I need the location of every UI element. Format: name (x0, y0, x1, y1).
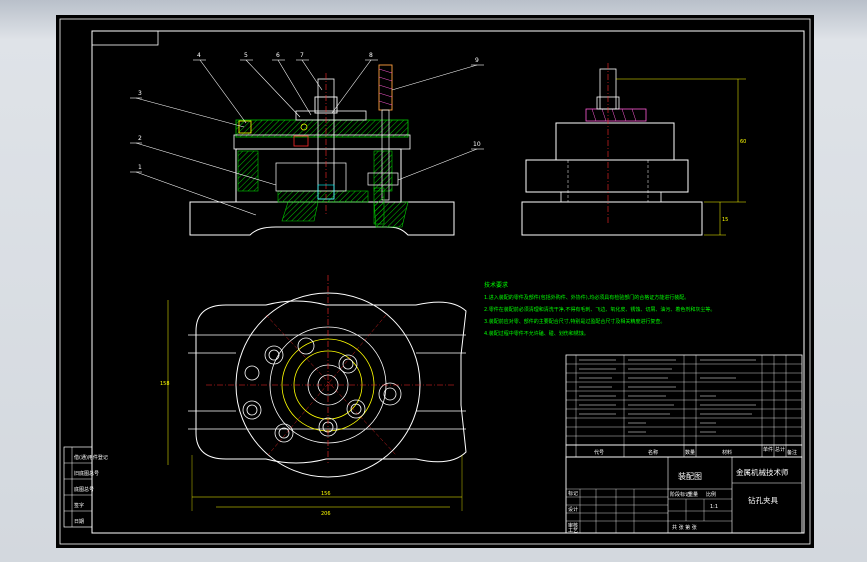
approval-row-1: 设计 (568, 506, 578, 513)
product-name: 钻孔夹具 (748, 495, 778, 505)
sheet-label: 共 张 第 张 (672, 524, 697, 531)
plan-view: 156 206 158 (160, 275, 467, 517)
support-ring (277, 190, 369, 203)
outer-border (59, 18, 811, 545)
technical-requirements: 技术要求 1.进入装配的零件及部件(包括外购件、外协件),均必须具有检验部门的合… (484, 281, 715, 337)
cad-viewport: 借(通)用件登记 旧底图总号 底图总号 签字 日期 1 2 3 4 5 6 7 … (0, 0, 867, 562)
side-screw (367, 64, 399, 225)
balloon-9: 9 (475, 57, 479, 64)
header-total-weight: 总计 (775, 446, 785, 453)
bolt-circle-holes (242, 337, 402, 443)
inner-border (91, 30, 805, 534)
tech-req-item-1: 1.进入装配的零件及部件(包括外购件、外协件),均必须具有检验部门的合格证方能进… (484, 294, 689, 301)
top-left-corner-box (91, 30, 159, 46)
left-strip-label-1: 旧底图总号 (74, 470, 99, 477)
balloon-5: 5 (244, 52, 248, 59)
side-view: 60 15 (521, 63, 746, 236)
dim-bottom-outer: 206 (321, 511, 331, 517)
scale-value: 1:1 (710, 504, 718, 510)
drawing-sheet: 借(通)用件登记 旧底图总号 底图总号 签字 日期 1 2 3 4 5 6 7 … (56, 15, 814, 548)
approval-row-3: 工艺 (568, 528, 578, 534)
tech-req-item-4: 4.装配过程中零件不允许磕、碰、划伤和锈蚀。 (484, 330, 589, 337)
balloon-8: 8 (369, 52, 373, 59)
balloon-2: 2 (138, 135, 142, 142)
header-name: 名称 (648, 449, 658, 456)
dim-side-height: 60 (740, 139, 746, 145)
left-strip-label-2: 底图总号 (74, 486, 94, 493)
tech-req-item-3: 3.装配前应对零、部件的主要配合尺寸,特别是过盈配合尺寸及相关精度进行复查。 (484, 318, 665, 325)
balloon-6: 6 (276, 52, 280, 59)
header-code: 代号 (594, 449, 604, 456)
base-plate (189, 201, 455, 236)
dim-left-height: 158 (160, 381, 170, 387)
left-revision-strip: 借(通)用件登记 旧底图总号 底图总号 签字 日期 (63, 446, 108, 528)
header-material: 材料 (722, 449, 732, 456)
base-hatch-left (281, 201, 319, 222)
bushing-top (295, 110, 367, 121)
front-section-view: 1 2 3 4 5 6 7 8 9 10 (130, 52, 484, 236)
balloon-10: 10 (473, 141, 481, 148)
header-unit-weight: 单件 (763, 446, 773, 453)
header-qty: 数量 (685, 449, 695, 456)
clamp-pad-red (293, 135, 309, 147)
balloon-7: 7 (300, 52, 304, 59)
stage-label-0: 阶段标记 (670, 491, 690, 498)
dim-side-small: 15 (722, 217, 728, 223)
left-strip-label-4: 日期 (74, 519, 84, 525)
drawing-name: 装配图 (678, 471, 702, 481)
balloon-3: 3 (138, 90, 142, 97)
approval-row-0: 标记 (568, 490, 578, 497)
assembly-drawing: 借(通)用件登记 旧底图总号 底图总号 签字 日期 1 2 3 4 5 6 7 … (59, 18, 811, 545)
stage-label-2: 比例 (706, 491, 716, 498)
company-name: 金属机械技术师 (736, 467, 789, 477)
header-remark: 备注 (787, 449, 797, 456)
balloon-1: 1 (138, 164, 142, 171)
dim-bottom-inner: 156 (321, 491, 331, 497)
left-strip-label-3: 签字 (74, 502, 84, 509)
side-spring (585, 108, 647, 122)
balloon-4: 4 (197, 52, 201, 59)
title-block: 代号 名称 数量 材料 单件 总计 备注 装配图 金属机械技术师 钻孔夹具 标记… (565, 354, 803, 534)
body-hatch-left (237, 150, 259, 192)
stage-label-1: 重量 (688, 491, 698, 498)
tech-req-title: 技术要求 (484, 281, 508, 289)
left-strip-label-0: 借(通)用件登记 (74, 454, 108, 461)
tech-req-item-2: 2.零件在装配前必须清理和清洗干净,不得有毛刺、飞边、氧化皮、锈蚀、切屑、油污、… (484, 306, 715, 313)
